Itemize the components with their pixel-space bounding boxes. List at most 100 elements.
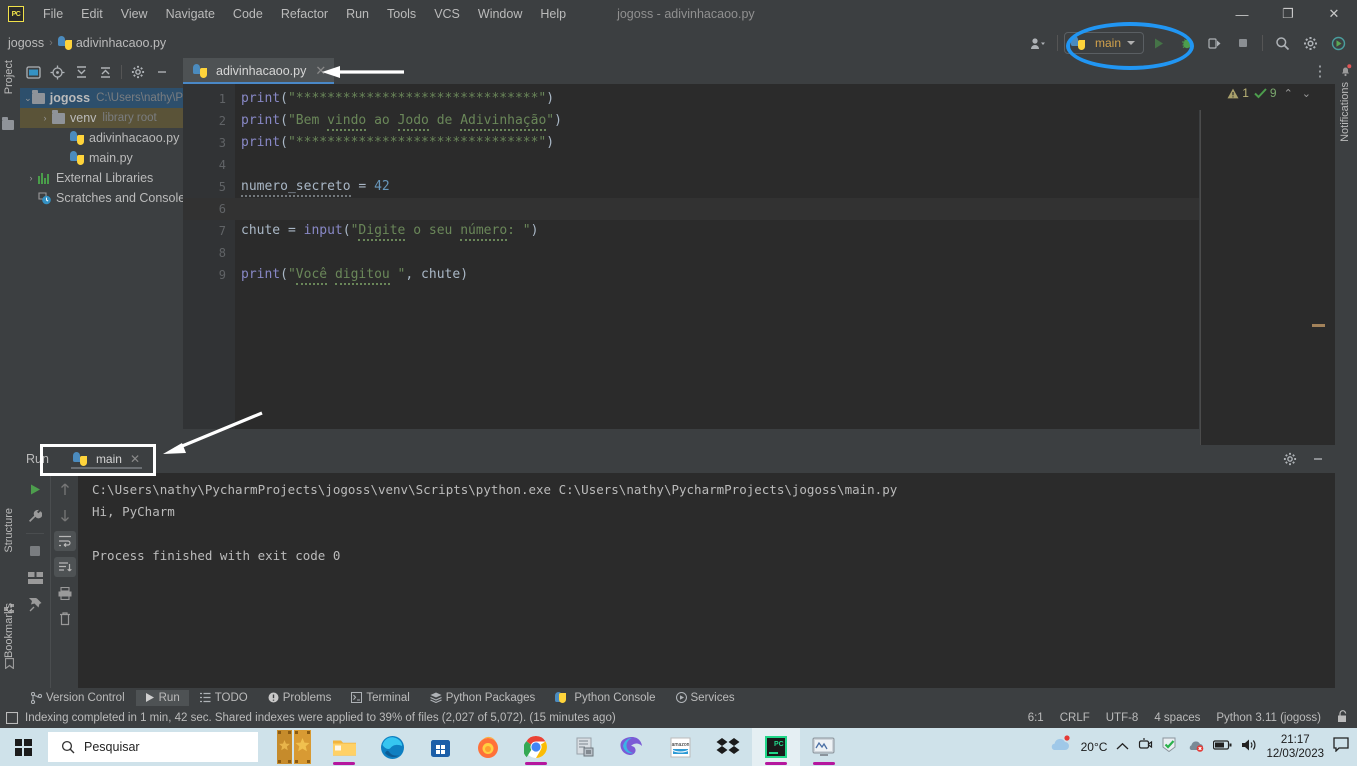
taskbar-clock[interactable]: 21:17 12/03/2023 xyxy=(1266,733,1324,761)
line-separator[interactable]: CRLF xyxy=(1060,712,1090,724)
tree-item-jogoss[interactable]: ⌄ jogoss C:\Users\nathy\P xyxy=(20,88,183,108)
print-icon[interactable] xyxy=(54,583,76,603)
inspection-ok-badge[interactable]: 9 xyxy=(1254,86,1277,100)
notification-icon[interactable] xyxy=(1333,737,1349,757)
start-button[interactable] xyxy=(0,728,46,766)
stop-icon[interactable] xyxy=(1230,31,1256,55)
tool-window-problems[interactable]: Problems xyxy=(259,690,341,706)
taskbar-widget-film[interactable] xyxy=(272,728,320,766)
menu-item-edit[interactable]: Edit xyxy=(72,3,112,25)
tree-item-main-py[interactable]: main.py xyxy=(20,148,183,168)
tool-strip-bookmarks[interactable]: Bookmarks xyxy=(3,603,15,658)
tool-window-terminal[interactable]: Terminal xyxy=(342,690,418,706)
taskbar-search[interactable]: Pesquisar xyxy=(48,732,258,762)
maximize-window-button[interactable]: ❐ xyxy=(1265,0,1311,28)
unlock-icon[interactable] xyxy=(1337,709,1349,726)
debug-icon[interactable] xyxy=(1174,31,1200,55)
menu-item-code[interactable]: Code xyxy=(224,3,272,25)
tool-strip-structure[interactable]: Structure xyxy=(3,508,15,553)
taskbar-app-pycharm[interactable]: PC xyxy=(752,728,800,766)
code-content[interactable]: print("*******************************")… xyxy=(235,84,1335,429)
tool-window-python-packages[interactable]: Python Packages xyxy=(421,690,545,706)
shield-icon[interactable] xyxy=(1162,737,1178,757)
code-editor[interactable]: 1 2 3 4 5 6 7 8 9 print("***************… xyxy=(183,84,1335,455)
minimize-panel-icon[interactable] xyxy=(1305,447,1331,471)
search-icon[interactable] xyxy=(1269,31,1295,55)
soft-wrap-icon[interactable] xyxy=(53,531,76,551)
menu-item-view[interactable]: View xyxy=(112,3,157,25)
layout-icon[interactable] xyxy=(24,568,46,588)
down-arrow-icon[interactable] xyxy=(54,505,76,525)
rerun-icon[interactable] xyxy=(24,479,46,499)
cloud-icon[interactable] xyxy=(1048,735,1072,759)
breadcrumb-file[interactable]: adivinhacaoo.py xyxy=(76,36,166,50)
tool-window-version-control[interactable]: Version Control xyxy=(22,690,134,706)
next-problem-icon[interactable]: ⌄ xyxy=(1300,87,1313,100)
chevron-down-icon[interactable]: ⌄ xyxy=(24,93,32,104)
expand-all-icon[interactable] xyxy=(70,61,92,83)
menu-item-run[interactable]: Run xyxy=(337,3,378,25)
taskbar-app-dropbox[interactable] xyxy=(704,728,752,766)
tree-item-adivinhacaoo-py[interactable]: adivinhacaoo.py xyxy=(20,128,183,148)
run-configuration-selector[interactable]: main xyxy=(1063,32,1144,54)
editor-options-icon[interactable]: ⋮ xyxy=(1307,59,1333,83)
run-icon[interactable] xyxy=(1146,31,1172,55)
taskbar-app-monitor[interactable] xyxy=(800,728,848,766)
taskbar-app-amazon[interactable]: amazon xyxy=(656,728,704,766)
chevron-right-icon[interactable]: › xyxy=(38,113,52,123)
menu-item-navigate[interactable]: Navigate xyxy=(157,3,224,25)
menu-item-file[interactable]: File xyxy=(34,3,72,25)
close-window-button[interactable]: ✕ xyxy=(1311,0,1357,28)
taskbar-app-firefox[interactable] xyxy=(464,728,512,766)
trash-icon[interactable] xyxy=(54,609,76,629)
coverage-icon[interactable] xyxy=(1202,31,1228,55)
user-icon[interactable] xyxy=(1025,31,1051,55)
menu-item-help[interactable]: Help xyxy=(531,3,575,25)
taskbar-app-scanner[interactable] xyxy=(560,728,608,766)
taskbar-app-file-explorer[interactable] xyxy=(320,728,368,766)
menu-item-vcs[interactable]: VCS xyxy=(425,3,469,25)
tool-window-python-console[interactable]: Python Console xyxy=(546,690,664,706)
close-tab-icon[interactable]: ✕ xyxy=(315,63,326,79)
ai-icon[interactable] xyxy=(1325,31,1351,55)
locate-icon[interactable] xyxy=(46,61,68,83)
select-opened-file-icon[interactable] xyxy=(22,61,44,83)
onedrive-icon[interactable] xyxy=(1187,738,1204,757)
run-tab-main[interactable]: main ✕ xyxy=(65,449,148,469)
tree-item-venv[interactable]: › venv library root xyxy=(20,108,183,128)
python-interpreter[interactable]: Python 3.11 (jogoss) xyxy=(1216,712,1321,724)
chevron-right-icon[interactable]: › xyxy=(24,173,38,183)
menu-item-tools[interactable]: Tools xyxy=(378,3,425,25)
scrollbar-warning-marker[interactable] xyxy=(1312,324,1325,327)
taskbar-app-chrome[interactable] xyxy=(512,728,560,766)
gear-icon[interactable] xyxy=(1277,447,1303,471)
file-encoding[interactable]: UTF-8 xyxy=(1106,712,1139,724)
chevron-up-icon[interactable] xyxy=(1116,738,1129,756)
indent-setting[interactable]: 4 spaces xyxy=(1154,712,1200,724)
battery-icon[interactable] xyxy=(1213,738,1232,756)
menu-item-window[interactable]: Window xyxy=(469,3,531,25)
pin-icon[interactable] xyxy=(24,595,46,615)
gear-icon[interactable] xyxy=(1297,31,1323,55)
tree-item-external-libraries[interactable]: › External Libraries xyxy=(20,168,183,188)
tool-strip-project[interactable]: Project xyxy=(3,60,15,94)
close-run-tab-icon[interactable]: ✕ xyxy=(130,452,140,466)
taskbar-app-microsoft-store[interactable] xyxy=(416,728,464,766)
weather-temperature[interactable]: 20°C xyxy=(1081,740,1108,754)
camera-icon[interactable] xyxy=(1138,737,1153,757)
up-arrow-icon[interactable] xyxy=(54,479,76,499)
console-output[interactable]: C:\Users\nathy\PycharmProjects\jogoss\ve… xyxy=(78,473,1335,688)
tool-window-run[interactable]: Run xyxy=(135,689,189,706)
warning-count-badge[interactable]: 1 xyxy=(1227,86,1249,100)
tool-window-services[interactable]: Services xyxy=(667,690,744,706)
taskbar-app-edge[interactable] xyxy=(368,728,416,766)
caret-position[interactable]: 6:1 xyxy=(1028,712,1044,724)
collapse-all-icon[interactable] xyxy=(94,61,116,83)
prev-problem-icon[interactable]: ⌃ xyxy=(1282,87,1295,100)
minimize-panel-icon[interactable] xyxy=(151,61,173,83)
tool-strip-notifications[interactable]: Notifications xyxy=(1339,82,1351,142)
scroll-to-end-icon[interactable] xyxy=(53,557,76,577)
wrench-icon[interactable] xyxy=(24,506,46,526)
editor-tab-adivinhacaoo-py[interactable]: adivinhacaoo.py ✕ xyxy=(183,58,335,84)
tool-window-todo[interactable]: TODO xyxy=(191,690,257,706)
